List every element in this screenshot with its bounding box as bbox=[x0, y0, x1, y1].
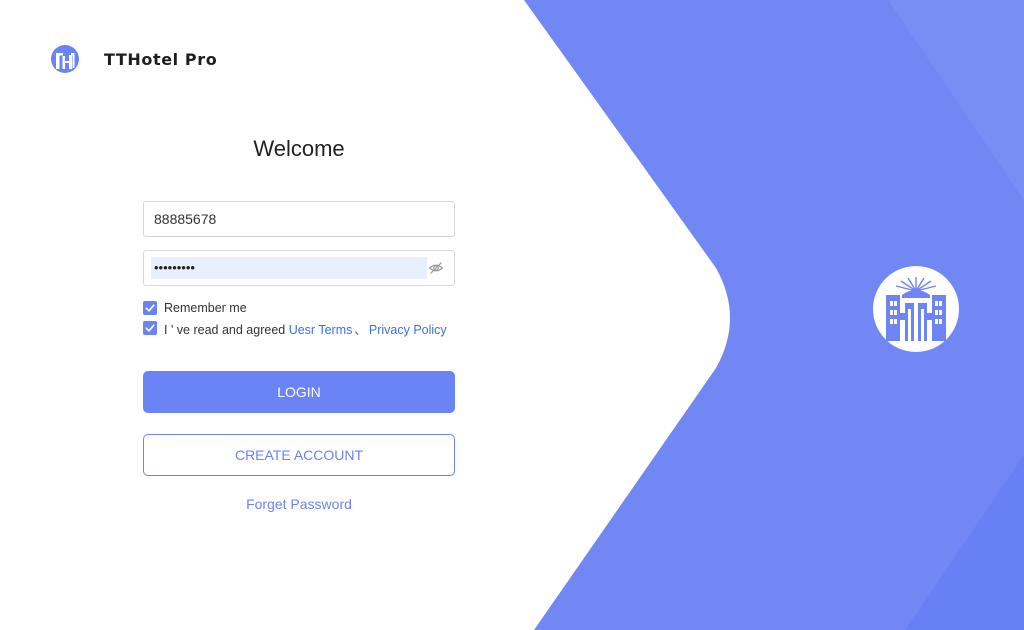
phone-field[interactable] bbox=[143, 201, 455, 237]
remember-me-label: Remember me bbox=[164, 301, 247, 315]
agreement-checkbox[interactable] bbox=[143, 321, 157, 335]
forgot-password-link[interactable]: Forget Password bbox=[143, 496, 455, 512]
brand-header: TTHotel Pro bbox=[50, 43, 217, 75]
app-name: TTHotel Pro bbox=[104, 49, 218, 69]
agreement-prefix: I ' ve read and agreed bbox=[164, 322, 289, 337]
create-account-button[interactable]: CREATE ACCOUNT bbox=[143, 434, 455, 476]
hero-building-logo-icon bbox=[873, 266, 959, 352]
privacy-policy-link[interactable]: Privacy Policy bbox=[369, 323, 447, 337]
eye-slash-icon[interactable] bbox=[428, 260, 444, 276]
remember-me-checkbox[interactable] bbox=[143, 301, 157, 315]
password-input[interactable]: ••••••••• bbox=[154, 251, 195, 285]
agreement-separator: 、 bbox=[354, 322, 367, 337]
password-field[interactable]: ••••••••• bbox=[143, 250, 455, 286]
building-logo-icon bbox=[51, 45, 79, 73]
user-terms-link[interactable]: Uesr Terms bbox=[289, 323, 353, 337]
agreement-text: I ' ve read and agreed Uesr Terms、 Privac… bbox=[164, 319, 447, 338]
agreement-row: I ' ve read and agreed Uesr Terms、 Privac… bbox=[143, 319, 447, 338]
page-title: Welcome bbox=[253, 136, 345, 161]
login-button[interactable]: LOGIN bbox=[143, 371, 455, 413]
phone-input[interactable] bbox=[154, 202, 444, 236]
remember-me-row: Remember me bbox=[143, 300, 247, 316]
